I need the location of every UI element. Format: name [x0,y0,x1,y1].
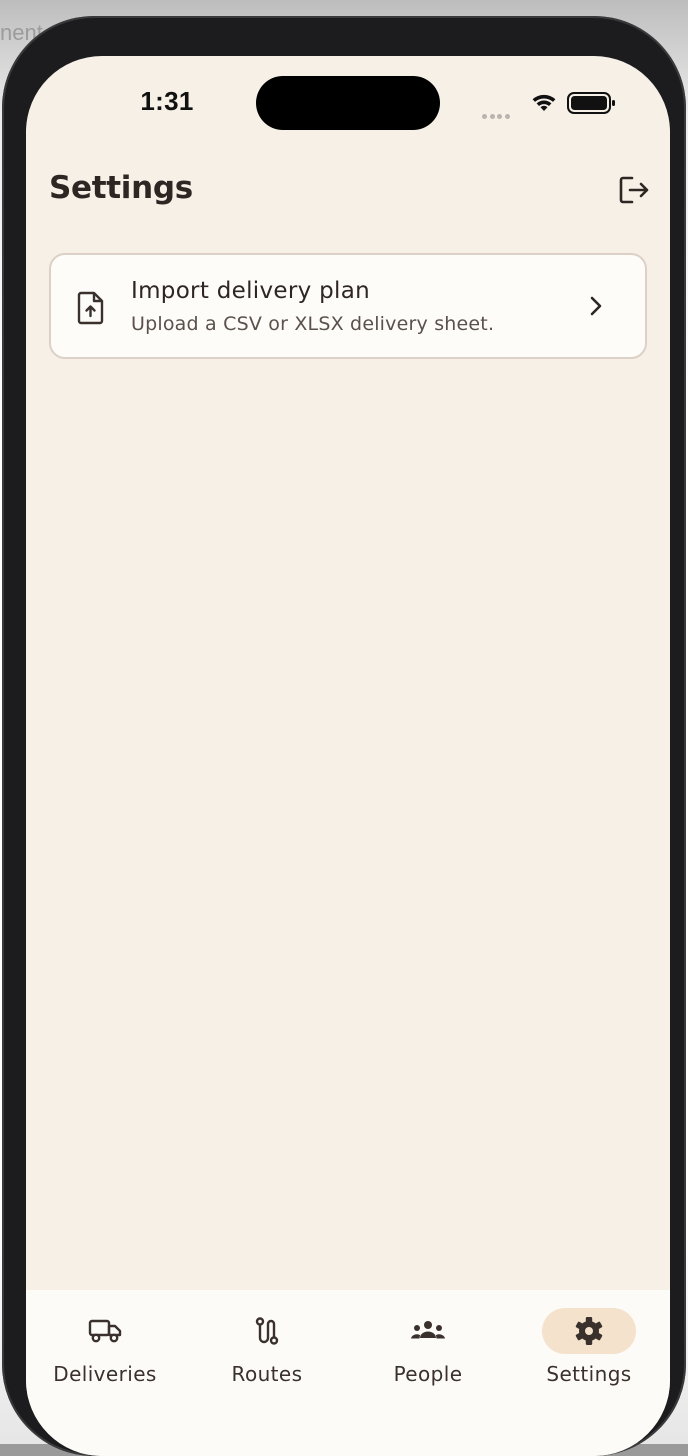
tab-settings[interactable]: Settings [514,1308,664,1398]
tab-icon-wrapper [542,1308,636,1354]
phone-frame: 1:31 Settings Import delivery plan Uploa… [2,16,686,1456]
gear-icon [575,1317,603,1345]
dynamic-island [256,76,440,130]
status-time: 1:31 [140,86,194,116]
tab-icon-wrapper [381,1308,475,1354]
bottom-nav: Deliveries Routes People Settings [26,1290,670,1456]
logout-button[interactable] [614,170,654,210]
people-icon [411,1321,445,1339]
card-subtitle: Upload a CSV or XLSX delivery sheet. [131,313,495,335]
tab-label: Deliveries [53,1362,157,1386]
tab-label: Settings [546,1362,632,1386]
tab-routes[interactable]: Routes [192,1308,342,1398]
import-delivery-plan-card[interactable]: Import delivery plan Upload a CSV or XLS… [49,253,647,359]
tab-label: Routes [231,1362,303,1386]
route-icon [255,1317,279,1345]
tab-deliveries[interactable]: Deliveries [30,1308,180,1398]
page-title: Settings [49,170,193,206]
file-upload-icon [77,291,104,325]
status-icons [482,90,622,119]
card-title: Import delivery plan [131,278,370,304]
wifi-icon [532,94,556,111]
signal-icon [482,106,512,124]
tab-people[interactable]: People [353,1308,503,1398]
tab-label: People [393,1362,463,1386]
battery-icon [567,92,615,114]
chevron-right-icon [590,296,602,316]
app-screen: 1:31 Settings Import delivery plan Uploa… [26,56,670,1456]
tab-icon-wrapper [220,1308,314,1354]
truck-icon [88,1319,122,1343]
logout-icon [619,176,649,204]
tab-icon-wrapper [58,1308,152,1354]
